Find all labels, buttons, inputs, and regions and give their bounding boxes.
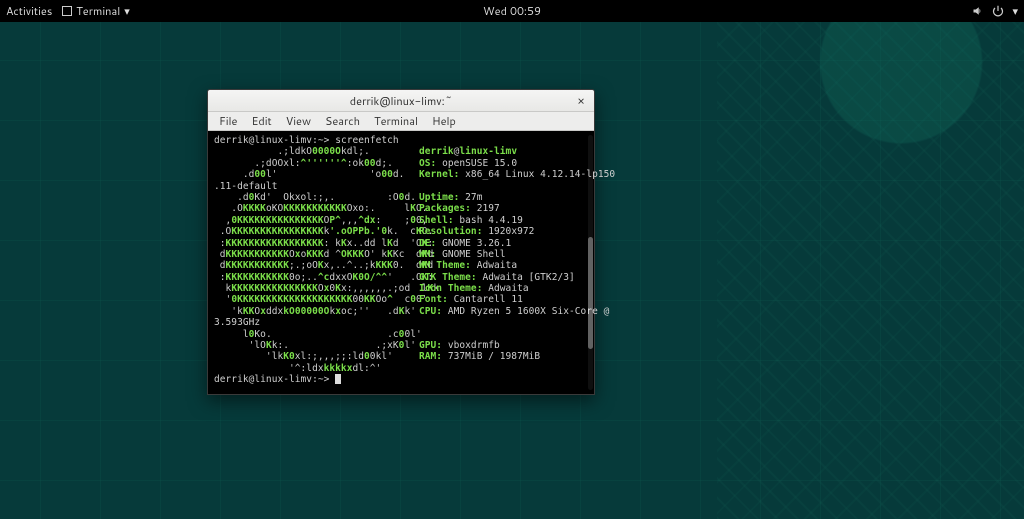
ascii-art-line: '0KKKKKKKKKKKKKKKKKKKK00KKOo^ c00' <box>214 294 419 305</box>
terminal-row: .11-default <box>214 181 588 192</box>
terminal-row: '^:ldxkkkkxdl:^' <box>214 363 588 374</box>
kernel-suffix: .11-default <box>214 181 277 192</box>
terminal-row: ,0KKKKKKKKKKKKKKKOP^,,,^dx: ;00,Shell: b… <box>214 215 588 226</box>
sysinfo-line: CPU: AMD Ryzen 5 1600X Six-Core @ <box>419 306 615 317</box>
system-tray[interactable]: ▾ <box>972 3 1018 19</box>
ascii-art-line: l0Ko. .c00l' <box>214 329 419 340</box>
gnome-top-panel: Activities Terminal ▾ Wed 00:59 ▾ <box>0 0 1024 22</box>
ascii-art-line: 'lOKk:. .;xK0l' <box>214 340 419 351</box>
sysinfo-line: derrik@linux-limv <box>419 146 588 157</box>
sysinfo-line: DE: GNOME 3.26.1 <box>419 238 588 249</box>
ascii-art-line: .OKKKKKKKKKKKKKKKKk'.oOPPb.'0k. cKO. <box>214 226 419 237</box>
ascii-art-line: .d0Kd' Okxol:;,. :O0d. <box>214 192 419 203</box>
cpu-freq: 3.593GHz <box>214 317 260 328</box>
sysinfo-line: Shell: bash 4.4.19 <box>419 215 588 226</box>
scrollbar-thumb[interactable] <box>588 237 593 349</box>
activities-button[interactable]: Activities <box>6 3 52 19</box>
sysinfo-line <box>419 329 588 340</box>
ascii-art-line: .d00l' 'o00d. <box>214 169 419 180</box>
menu-edit[interactable]: Edit <box>244 112 278 130</box>
active-app-name: Terminal <box>76 3 120 19</box>
prompt-line-idle: derrik@linux-limv:~> <box>214 374 588 385</box>
volume-icon <box>972 5 984 17</box>
ascii-art-line: dKKKKKKKKKKK;.;oOKx,..^..;kKKK0. dKd <box>214 260 419 271</box>
window-titlebar[interactable]: derrik@linux-limv:~ × <box>208 90 594 112</box>
sysinfo-line: Uptime: 27m <box>419 192 588 203</box>
menu-search[interactable]: Search <box>318 112 367 130</box>
chevron-down-icon: ▾ <box>124 3 130 19</box>
terminal-row: '0KKKKKKKKKKKKKKKKKKKK00KKOo^ c00'Font: … <box>214 294 588 305</box>
terminal-row: dKKKKKKKKKKKOxoKKKd ^OKKKO' kKKc dKdWM: … <box>214 249 588 260</box>
terminal-row: l0Ko. .c00l' <box>214 329 588 340</box>
terminal-row: .d00l' 'o00d.Kernel: x86_64 Linux 4.12.1… <box>214 169 588 180</box>
ascii-art-line: :KKKKKKKKKKK0o;..^cdxxOK0O/^^' .OK: <box>214 272 419 283</box>
active-app-indicator[interactable]: Terminal ▾ <box>62 3 129 19</box>
menu-help[interactable]: Help <box>425 112 463 130</box>
terminal-row: :KKKKKKKKKKKKKKKKK: kKx..dd lKd 'OK:DE: … <box>214 238 588 249</box>
terminal-row: 'lOKk:. .;xK0l'GPU: vboxdrmfb <box>214 340 588 351</box>
sysinfo-line: Kernel: x86_64 Linux 4.12.14-lp150 <box>419 169 615 180</box>
terminal-row: .OKKKKoKOKKKKKKKKKKKOxo:. lKO.Packages: … <box>214 203 588 214</box>
ascii-art-line: :KKKKKKKKKKKKKKKKK: kKx..dd lKd 'OK: <box>214 238 419 249</box>
ascii-art-line: 'kKKOxddxkO00000Okxoc;'' .dKk' <box>214 306 419 317</box>
terminal-row: 3.593GHz <box>214 317 588 328</box>
sysinfo-line: GTK Theme: Adwaita [GTK2/3] <box>419 272 588 283</box>
close-button[interactable]: × <box>574 93 588 107</box>
sysinfo-line: OS: openSUSE 15.0 <box>419 158 588 169</box>
terminal-row: 'lkK0xl:;,,,;;:ld00kl'RAM: 737MiB / 1987… <box>214 351 588 362</box>
sysinfo-ram: RAM: 737MiB / 1987MiB <box>419 351 588 362</box>
ascii-art-line: dKKKKKKKKKKKOxoKKKd ^OKKKO' kKKc dKd <box>214 249 419 260</box>
terminal-app-icon <box>62 6 72 16</box>
panel-clock[interactable]: Wed 00:59 <box>483 3 541 19</box>
menu-file[interactable]: File <box>212 112 244 130</box>
power-icon <box>992 5 1004 17</box>
window-title: derrik@linux-limv:~ <box>350 93 452 109</box>
prompt-line: derrik@linux-limv:~> screenfetch <box>214 135 588 146</box>
sysinfo-line: Resolution: 1920x972 <box>419 226 588 237</box>
terminal-row: .OKKKKKKKKKKKKKKKKk'.oOPPb.'0k. cKO.Reso… <box>214 226 588 237</box>
terminal-output[interactable]: derrik@linux-limv:~> screenfetch .;ldkO0… <box>208 131 594 394</box>
terminal-row: .d0Kd' Okxol:;,. :O0d.Uptime: 27m <box>214 192 588 203</box>
ascii-art-line: kKKKKKKKKKKKKKKKOx0Kx:,,,,,,.;od lKk <box>214 283 419 294</box>
sysinfo-line: Icon Theme: Adwaita <box>419 283 588 294</box>
terminal-cursor <box>335 374 341 384</box>
terminal-row: 'kKKOxddxkO00000Okxoc;'' .dKk'CPU: AMD R… <box>214 306 588 317</box>
menu-terminal[interactable]: Terminal <box>367 112 425 130</box>
sysinfo-line: Packages: 2197 <box>419 203 588 214</box>
ascii-art-line: .OKKKKoKOKKKKKKKKKKKOxo:. lKO. <box>214 203 419 214</box>
sysinfo-gpu: GPU: vboxdrmfb <box>419 340 588 351</box>
ascii-art-line: .;dOOxl:^''''''^:ok00d;. <box>214 158 419 169</box>
sysinfo-line <box>419 363 588 374</box>
chevron-down-icon: ▾ <box>1012 3 1018 19</box>
ascii-art-line: .;ldkO0000Okdl;. <box>214 146 419 157</box>
terminal-menubar: File Edit View Search Terminal Help <box>208 112 594 131</box>
ascii-art-line: 'lkK0xl:;,,,;;:ld00kl' <box>214 351 419 362</box>
ascii-art-line: '^:ldxkkkkxdl:^' <box>214 363 419 374</box>
terminal-scrollbar[interactable] <box>588 135 593 390</box>
sysinfo-line: WM: GNOME Shell <box>419 249 588 260</box>
sysinfo-line: WM Theme: Adwaita <box>419 260 588 271</box>
desktop-wallpaper-accent <box>717 0 1024 519</box>
ascii-art-line: ,0KKKKKKKKKKKKKKKOP^,,,^dx: ;00, <box>214 215 419 226</box>
terminal-row: :KKKKKKKKKKK0o;..^cdxxOK0O/^^' .OK:GTK T… <box>214 272 588 283</box>
terminal-row: .;ldkO0000Okdl;.derrik@linux-limv <box>214 146 588 157</box>
terminal-row: kKKKKKKKKKKKKKKKOx0Kx:,,,,,,.;od lKkIcon… <box>214 283 588 294</box>
terminal-window: derrik@linux-limv:~ × File Edit View Sea… <box>207 89 595 395</box>
terminal-row: .;dOOxl:^''''''^:ok00d;.OS: openSUSE 15.… <box>214 158 588 169</box>
menu-view[interactable]: View <box>279 112 318 130</box>
terminal-row: dKKKKKKKKKKK;.;oOKx,..^..;kKKK0. dKdWM T… <box>214 260 588 271</box>
sysinfo-line: Font: Cantarell 11 <box>419 294 588 305</box>
